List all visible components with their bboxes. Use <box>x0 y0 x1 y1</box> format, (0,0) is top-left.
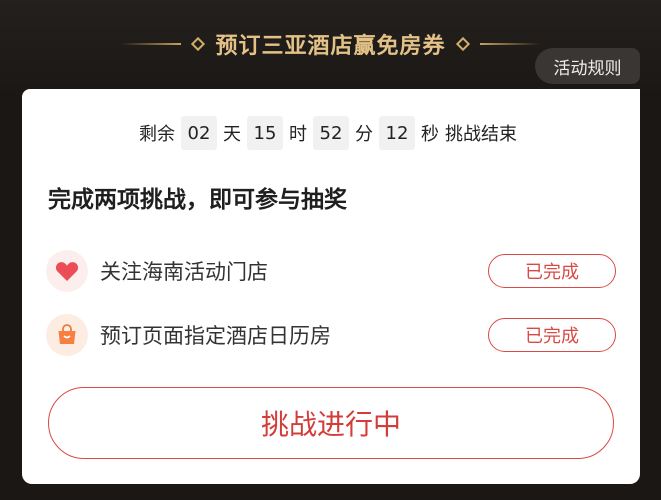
task-label: 预订页面指定酒店日历房 <box>100 324 331 348</box>
rules-button[interactable]: 活动规则 <box>535 48 640 84</box>
task-follow-store: 关注海南活动门店 已完成 <box>46 249 616 293</box>
page-title: 预订三亚酒店赢免房券 <box>215 34 446 59</box>
task-status-button[interactable]: 已完成 <box>488 254 616 288</box>
decorative-line-left <box>121 43 182 45</box>
diamond-ornament-icon <box>455 36 470 52</box>
diamond-ornament-icon <box>191 36 206 52</box>
countdown-days: 02 <box>181 116 217 150</box>
countdown-seconds: 12 <box>379 116 415 150</box>
challenge-progress-button[interactable]: 挑战进行中 <box>48 387 614 459</box>
challenge-card: 剩余 02 天 15 时 52 分 12 秒 挑战结束 完成两项挑战，即可参与抽… <box>22 89 640 484</box>
decorative-line-right <box>479 43 540 45</box>
challenge-heading: 完成两项挑战，即可参与抽奖 <box>48 187 347 213</box>
countdown-minute-unit: 分 <box>355 124 373 145</box>
countdown-prefix: 剩余 <box>139 124 175 145</box>
countdown-minutes: 52 <box>313 116 349 150</box>
countdown-second-unit: 秒 <box>421 124 439 145</box>
countdown-hour-unit: 时 <box>289 124 307 145</box>
countdown-hours: 15 <box>247 116 283 150</box>
countdown-day-unit: 天 <box>223 124 241 145</box>
shopping-bag-icon <box>46 314 88 356</box>
heart-icon <box>46 250 88 292</box>
countdown-timer: 剩余 02 天 15 时 52 分 12 秒 挑战结束 <box>22 116 640 150</box>
task-status-button[interactable]: 已完成 <box>488 318 616 352</box>
countdown-suffix: 挑战结束 <box>445 124 517 145</box>
task-book-hotel: 预订页面指定酒店日历房 已完成 <box>46 313 616 357</box>
task-label: 关注海南活动门店 <box>100 260 268 284</box>
header-banner: 预订三亚酒店赢免房券 活动规则 <box>0 0 661 90</box>
